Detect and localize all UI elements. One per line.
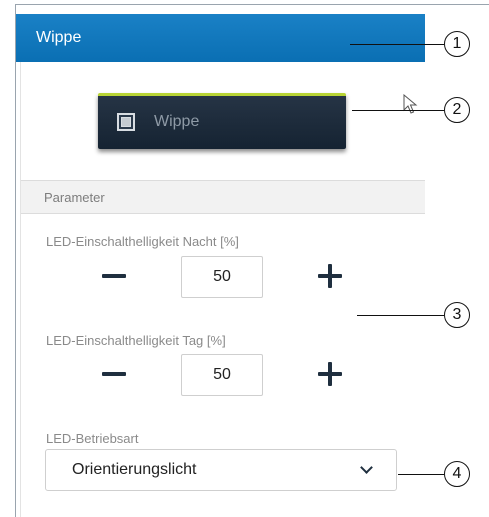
night-increase-button[interactable]	[318, 264, 342, 288]
callout-line-3	[357, 315, 444, 316]
chevron-down-icon	[360, 461, 373, 474]
panel-header: Wippe	[16, 14, 425, 62]
led-mode-label: LED-Betriebsart	[46, 431, 139, 446]
mouse-pointer-icon	[403, 94, 418, 114]
day-brightness-input[interactable]	[181, 354, 263, 396]
callout-line-1	[350, 44, 444, 45]
callout-3: 3	[444, 302, 470, 328]
panel-title: Wippe	[36, 29, 82, 46]
callout-line-4	[398, 474, 444, 475]
frame-top-border	[15, 4, 489, 5]
night-brightness-input[interactable]	[181, 256, 263, 298]
callout-1: 1	[444, 31, 470, 57]
parameter-section-header: Parameter	[21, 180, 425, 214]
led-mode-value: Orientierungslicht	[72, 461, 197, 478]
day-brightness-label: LED-Einschalthelligkeit Tag [%]	[46, 333, 226, 348]
day-decrease-button[interactable]	[102, 372, 126, 376]
callout-2: 2	[444, 97, 470, 123]
rocker-preview-button[interactable]: Wippe	[98, 93, 346, 149]
rocker-preview-label: Wippe	[154, 113, 200, 130]
day-increase-button[interactable]	[318, 362, 342, 386]
night-brightness-label: LED-Einschalthelligkeit Nacht [%]	[46, 234, 239, 249]
night-decrease-button[interactable]	[102, 274, 126, 278]
panel-divider	[20, 62, 21, 517]
led-mode-select[interactable]: Orientierungslicht	[45, 449, 397, 491]
callout-4: 4	[444, 461, 470, 487]
rocker-switch-icon	[117, 113, 135, 131]
callout-line-2	[352, 110, 444, 111]
parameter-section-title: Parameter	[44, 190, 105, 205]
